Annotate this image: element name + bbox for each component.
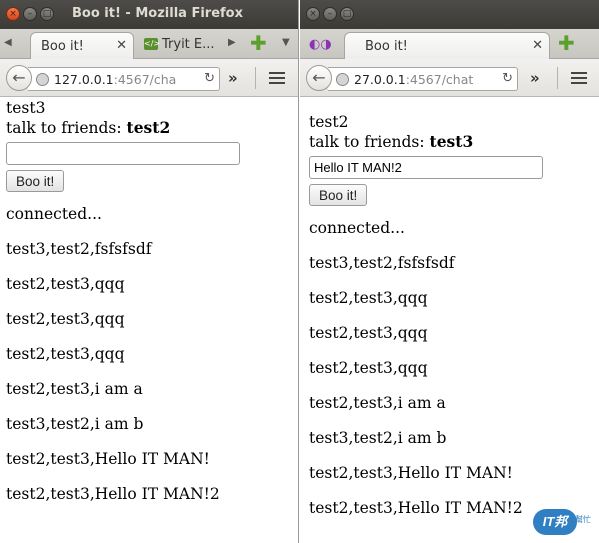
tryit-favicon-icon: </>	[144, 38, 161, 50]
friend-name: test3	[429, 132, 474, 151]
message-log: connected... test3,test2,fsfsfsdf test2,…	[6, 204, 298, 519]
url-host: 27.0.0.1	[354, 72, 406, 87]
talk-label: talk to friends:	[309, 133, 425, 151]
watermark-badge: IT邦	[533, 509, 577, 535]
log-line: test2,test3,qqq	[309, 359, 428, 377]
tab-boo-it[interactable]: Boo it! ✕	[30, 32, 134, 59]
title-bar[interactable]: × – □ Boo it! - Mozilla Firefox	[0, 0, 298, 29]
tab-label: Tryit E...	[162, 37, 215, 52]
tab-close-icon[interactable]: ✕	[116, 38, 127, 53]
new-tab-plus-icon[interactable]: ✚	[250, 33, 267, 53]
talk-to-line: talk to friends: test3	[309, 132, 599, 152]
private-browsing-mask-icon: ◐◑	[309, 37, 332, 52]
talk-to-line: talk to friends: test2	[6, 118, 298, 138]
log-line: test2,test3,qqq	[6, 275, 125, 293]
toolbar-separator	[557, 67, 558, 89]
log-line: test2,test3,Hello IT MAN!2	[6, 485, 220, 503]
tab-strip: ◐◑ Boo it! ✕ ✚	[300, 29, 599, 59]
current-user: test3	[6, 99, 46, 117]
log-line: test2,test3,Hello IT MAN!	[6, 450, 210, 468]
list-tabs-chevron-down-icon[interactable]: ▼	[282, 37, 290, 48]
watermark-sub: 幫忙	[575, 515, 591, 524]
log-line: connected...	[309, 219, 405, 237]
message-log: connected... test3,test2,fsfsfsdf test2,…	[309, 218, 599, 533]
message-input[interactable]	[309, 156, 543, 179]
friend-name: test2	[126, 118, 171, 137]
log-line: test3,test2,i am b	[6, 415, 144, 433]
url-bar[interactable]: 27.0.0.1:4567/chat ↻	[328, 67, 518, 91]
page-content: test2 talk to friends: test3 Boo it! con…	[300, 112, 599, 543]
navigation-toolbar: 127.0.0.1:4567/cha ↻ ← »	[0, 59, 298, 97]
window-maximize-button[interactable]: □	[340, 7, 354, 21]
log-line: test2,test3,qqq	[309, 289, 428, 307]
tab-tryit-editor[interactable]: </> Tryit E...	[140, 35, 224, 59]
scroll-tabs-right-icon[interactable]: ▶	[228, 37, 236, 48]
tab-strip: ◀ Boo it! ✕ </> Tryit E... ▶ ✚ ▼	[0, 29, 298, 59]
log-line: test2,test3,qqq	[309, 324, 428, 342]
window-controls: × – □	[6, 7, 54, 21]
site-identity-globe-icon[interactable]	[336, 73, 349, 86]
site-identity-globe-icon[interactable]	[36, 73, 49, 86]
reload-icon[interactable]: ↻	[204, 71, 215, 86]
window-controls: × – □	[306, 7, 354, 21]
ithome-watermark-logo: IT邦 幫忙	[533, 507, 593, 537]
overflow-chevron-icon[interactable]: »	[228, 69, 238, 87]
toolbar-separator	[255, 67, 256, 89]
right-firefox-window: × – □ ◐◑ Boo it! ✕ ✚ 27.0.0.1:4567/chat …	[300, 0, 599, 543]
tab-close-icon[interactable]: ✕	[532, 38, 543, 53]
url-path: :4567/cha	[113, 72, 177, 87]
log-line: connected...	[6, 205, 102, 223]
window-title: Boo it! - Mozilla Firefox	[72, 6, 243, 21]
log-line: test2,test3,i am a	[6, 380, 143, 398]
page-content: test3 talk to friends: test2 Boo it! con…	[0, 98, 298, 543]
log-line: test2,test3,qqq	[6, 345, 125, 363]
back-arrow-icon[interactable]: ←	[6, 65, 32, 91]
log-line: test3,test2,i am b	[309, 429, 447, 447]
url-bar[interactable]: 127.0.0.1:4567/cha ↻	[28, 67, 220, 91]
back-arrow-icon[interactable]: ←	[306, 65, 332, 91]
window-close-button[interactable]: ×	[6, 7, 20, 21]
log-line: test3,test2,fsfsfsdf	[309, 254, 455, 272]
tab-label: Boo it!	[41, 39, 84, 54]
left-firefox-window: × – □ Boo it! - Mozilla Firefox ◀ Boo it…	[0, 0, 299, 543]
overflow-chevron-icon[interactable]: »	[530, 69, 540, 87]
new-tab-plus-icon[interactable]: ✚	[558, 33, 575, 53]
scroll-tabs-left-icon[interactable]: ◀	[4, 37, 12, 48]
log-line: test2,test3,Hello IT MAN!	[309, 464, 513, 482]
screenshot: × – □ Boo it! - Mozilla Firefox ◀ Boo it…	[0, 0, 599, 543]
boo-it-button[interactable]: Boo it!	[6, 170, 65, 192]
tab-label: Boo it!	[365, 39, 408, 54]
tab-boo-it[interactable]: Boo it! ✕	[344, 32, 550, 59]
log-line: test3,test2,fsfsfsdf	[6, 240, 152, 258]
title-bar[interactable]: × – □	[300, 0, 599, 29]
hamburger-menu-icon[interactable]	[269, 72, 285, 84]
url-host: 127.0.0.1	[54, 72, 114, 87]
url-text: 27.0.0.1:4567/chat	[354, 72, 473, 87]
window-maximize-button[interactable]: □	[40, 7, 54, 21]
message-input[interactable]	[6, 142, 240, 165]
log-line: test2,test3,qqq	[6, 310, 125, 328]
current-user: test2	[309, 113, 349, 131]
url-path: :4567/chat	[405, 72, 474, 87]
window-close-button[interactable]: ×	[306, 7, 320, 21]
boo-it-button[interactable]: Boo it!	[309, 184, 368, 206]
talk-label: talk to friends:	[6, 119, 122, 137]
log-line: test2,test3,i am a	[309, 394, 446, 412]
window-minimize-button[interactable]: –	[23, 7, 37, 21]
url-text: 127.0.0.1:4567/cha	[54, 72, 176, 87]
hamburger-menu-icon[interactable]	[571, 72, 587, 84]
reload-icon[interactable]: ↻	[502, 71, 513, 86]
window-minimize-button[interactable]: –	[323, 7, 337, 21]
navigation-toolbar: 27.0.0.1:4567/chat ↻ ← »	[300, 59, 599, 97]
